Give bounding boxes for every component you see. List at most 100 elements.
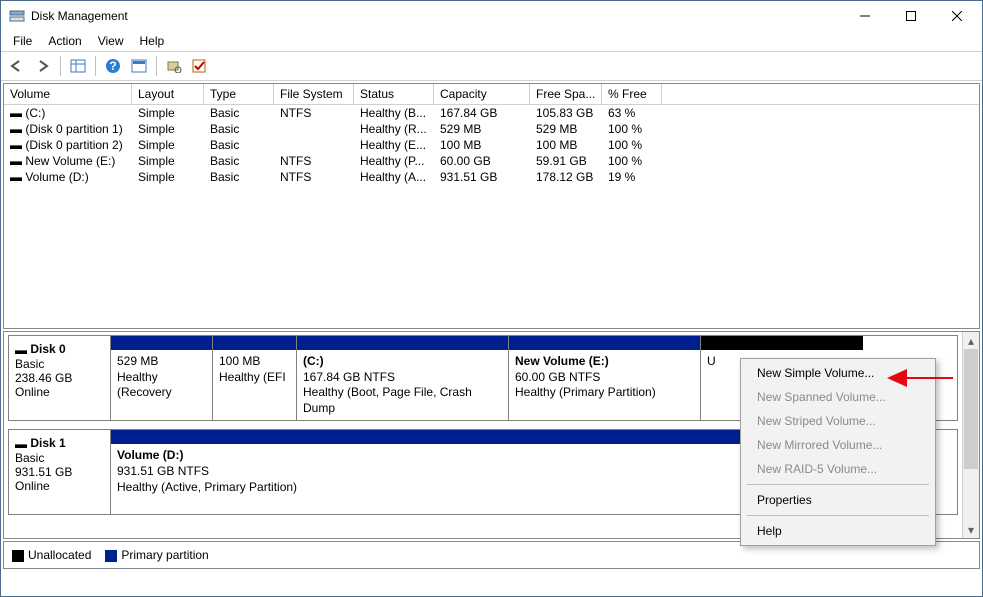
- vol-capacity: 931.51 GB: [434, 169, 530, 185]
- drive-icon: ▬: [10, 106, 22, 120]
- volume-row[interactable]: ▬ (C:)SimpleBasicNTFSHealthy (B...167.84…: [4, 105, 979, 121]
- forward-button[interactable]: [31, 54, 55, 78]
- vol-fs: NTFS: [274, 169, 354, 185]
- vol-name: (C:): [25, 106, 45, 120]
- scroll-down-icon[interactable]: ▾: [963, 521, 979, 538]
- vol-name: New Volume (E:): [25, 154, 115, 168]
- menu-help[interactable]: Help: [132, 32, 173, 50]
- menu-file[interactable]: File: [5, 32, 40, 50]
- context-menu-item[interactable]: New Simple Volume...: [743, 361, 933, 385]
- partition-size: U: [707, 354, 716, 368]
- vol-free: 100 MB: [530, 137, 602, 153]
- disk-state: Online: [15, 385, 104, 399]
- partition-stripe: [297, 336, 508, 350]
- titlebar: Disk Management: [1, 1, 982, 31]
- disk-type: Basic: [15, 357, 104, 371]
- partition-size: 931.51 GB NTFS: [117, 464, 209, 478]
- partition[interactable]: 529 MB Healthy (Recovery: [111, 336, 213, 420]
- col-volume[interactable]: Volume: [4, 84, 132, 104]
- vol-layout: Simple: [132, 137, 204, 153]
- volume-row[interactable]: ▬ (Disk 0 partition 2)SimpleBasicHealthy…: [4, 137, 979, 153]
- vol-capacity: 100 MB: [434, 137, 530, 153]
- vol-layout: Simple: [132, 105, 204, 121]
- vol-status: Healthy (E...: [354, 137, 434, 153]
- context-menu-item: New Striped Volume...: [743, 409, 933, 433]
- vol-pct: 19 %: [602, 169, 662, 185]
- partition[interactable]: (C:)167.84 GB NTFSHealthy (Boot, Page Fi…: [297, 336, 509, 420]
- vol-layout: Simple: [132, 169, 204, 185]
- volume-list-header[interactable]: Volume Layout Type File System Status Ca…: [4, 84, 979, 105]
- col-capacity[interactable]: Capacity: [434, 84, 530, 104]
- partition-status: Healthy (Boot, Page File, Crash Dump: [303, 385, 472, 415]
- partition-size: 529 MB: [117, 354, 158, 368]
- col-fs[interactable]: File System: [274, 84, 354, 104]
- col-type[interactable]: Type: [204, 84, 274, 104]
- volume-row[interactable]: ▬ New Volume (E:)SimpleBasicNTFSHealthy …: [4, 153, 979, 169]
- vol-layout: Simple: [132, 153, 204, 169]
- partition-status: Healthy (Primary Partition): [515, 385, 656, 399]
- minimize-button[interactable]: [842, 1, 888, 31]
- svg-text:?: ?: [109, 59, 116, 73]
- disk-state: Online: [15, 479, 104, 493]
- vol-type: Basic: [204, 153, 274, 169]
- vol-free: 105.83 GB: [530, 105, 602, 121]
- view-graphical-icon[interactable]: [127, 54, 151, 78]
- disk-size: 238.46 GB: [15, 371, 104, 385]
- partition-status: Healthy (Recovery: [117, 370, 172, 400]
- menu-view[interactable]: View: [90, 32, 132, 50]
- window-title: Disk Management: [31, 9, 842, 23]
- volume-row[interactable]: ▬ Volume (D:)SimpleBasicNTFSHealthy (A..…: [4, 169, 979, 185]
- partition-stripe: [111, 336, 212, 350]
- app-icon: [9, 8, 25, 24]
- col-status[interactable]: Status: [354, 84, 434, 104]
- partition[interactable]: 100 MBHealthy (EFI: [213, 336, 297, 420]
- drive-icon: ▬: [10, 170, 22, 184]
- vol-type: Basic: [204, 105, 274, 121]
- view-list-icon[interactable]: [66, 54, 90, 78]
- drive-icon: ▬: [10, 154, 22, 168]
- col-pct[interactable]: % Free: [602, 84, 662, 104]
- col-free[interactable]: Free Spa...: [530, 84, 602, 104]
- partition-title: (C:): [303, 354, 324, 368]
- context-menu-item[interactable]: Help: [743, 519, 933, 543]
- back-button[interactable]: [5, 54, 29, 78]
- scrollbar-thumb[interactable]: [964, 349, 978, 469]
- vol-status: Healthy (A...: [354, 169, 434, 185]
- vol-type: Basic: [204, 137, 274, 153]
- maximize-button[interactable]: [888, 1, 934, 31]
- check-icon[interactable]: [188, 54, 212, 78]
- disk-info[interactable]: ▬ Disk 0Basic238.46 GBOnline: [9, 336, 111, 420]
- volume-row[interactable]: ▬ (Disk 0 partition 1)SimpleBasicHealthy…: [4, 121, 979, 137]
- partition-status: Healthy (Active, Primary Partition): [117, 480, 297, 494]
- menu-separator: [747, 515, 929, 516]
- scrollbar-vertical[interactable]: ▴ ▾: [962, 332, 979, 538]
- vol-layout: Simple: [132, 121, 204, 137]
- partition-stripe: [213, 336, 296, 350]
- settings-icon[interactable]: [162, 54, 186, 78]
- help-icon[interactable]: ?: [101, 54, 125, 78]
- disk-name: Disk 1: [30, 436, 65, 450]
- vol-free: 529 MB: [530, 121, 602, 137]
- drive-icon: ▬: [10, 138, 22, 152]
- context-menu-item[interactable]: Properties: [743, 488, 933, 512]
- disk-info[interactable]: ▬ Disk 1Basic931.51 GBOnline: [9, 430, 111, 514]
- legend-primary: Primary partition: [105, 548, 208, 562]
- vol-type: Basic: [204, 121, 274, 137]
- scroll-up-icon[interactable]: ▴: [963, 332, 979, 349]
- vol-free: 178.12 GB: [530, 169, 602, 185]
- partition-size: 100 MB: [219, 354, 260, 368]
- vol-capacity: 529 MB: [434, 121, 530, 137]
- vol-pct: 100 %: [602, 137, 662, 153]
- disk-icon: ▬: [15, 343, 27, 357]
- context-menu-item: New Spanned Volume...: [743, 385, 933, 409]
- vol-status: Healthy (R...: [354, 121, 434, 137]
- close-button[interactable]: [934, 1, 980, 31]
- partition-title: Volume (D:): [117, 448, 183, 462]
- partition[interactable]: New Volume (E:)60.00 GB NTFSHealthy (Pri…: [509, 336, 701, 420]
- menubar: File Action View Help: [1, 31, 982, 51]
- menu-action[interactable]: Action: [40, 32, 89, 50]
- vol-fs: NTFS: [274, 105, 354, 121]
- vol-pct: 100 %: [602, 153, 662, 169]
- col-layout[interactable]: Layout: [132, 84, 204, 104]
- context-menu-item: New RAID-5 Volume...: [743, 457, 933, 481]
